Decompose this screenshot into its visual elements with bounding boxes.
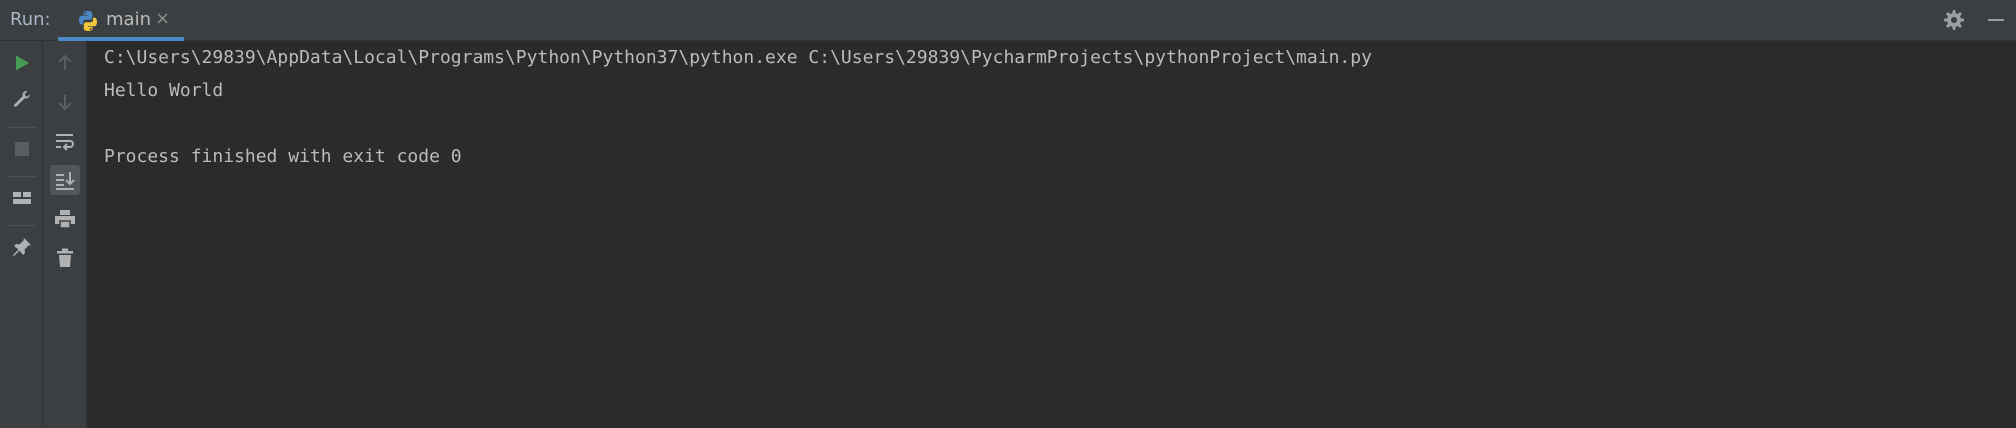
edit-configuration-button[interactable] — [7, 84, 37, 114]
console-line-exit-status: Process finished with exit code 0 — [104, 146, 462, 167]
tab-main[interactable]: main × — [58, 0, 184, 41]
soft-wrap-icon — [54, 131, 76, 151]
down-stack-trace-button[interactable] — [50, 87, 80, 117]
trash-icon — [56, 248, 74, 268]
tab-label: main — [106, 9, 151, 30]
rerun-button[interactable] — [7, 48, 37, 78]
close-tab-icon[interactable]: × — [155, 9, 170, 29]
console-toolbar — [43, 41, 87, 428]
scroll-to-end-button[interactable] — [50, 165, 80, 195]
up-stack-trace-button[interactable] — [50, 48, 80, 78]
print-icon — [54, 209, 76, 229]
console-output[interactable]: C:\Users\29839\AppData\Local\Programs\Py… — [87, 41, 2016, 428]
layout-icon — [12, 190, 32, 206]
pin-tab-button[interactable] — [7, 232, 37, 262]
stop-icon — [14, 141, 30, 157]
print-button[interactable] — [50, 204, 80, 234]
scroll-to-end-icon — [54, 170, 76, 190]
toolbar-separator — [8, 225, 36, 226]
run-panel-header: Run: main × — [0, 0, 2016, 41]
play-icon — [13, 54, 31, 72]
stop-button[interactable] — [7, 134, 37, 164]
run-toolbar — [0, 41, 43, 428]
wrench-icon — [12, 89, 32, 109]
console-line-command: C:\Users\29839\AppData\Local\Programs\Py… — [104, 47, 1372, 68]
clear-all-button[interactable] — [50, 243, 80, 273]
arrow-down-icon — [57, 93, 73, 111]
console-line-output: Hello World — [104, 80, 224, 101]
arrow-up-icon — [57, 54, 73, 72]
toolbar-separator — [8, 127, 36, 128]
run-tool-window: Run: main × C:\Users\29839\AppData\Local… — [0, 0, 2016, 428]
toolbar-separator — [8, 176, 36, 177]
python-icon — [76, 9, 100, 33]
panel-title: Run: — [10, 9, 51, 30]
pin-icon — [12, 237, 32, 257]
minimize-icon[interactable] — [1988, 19, 2004, 21]
soft-wrap-button[interactable] — [50, 126, 80, 156]
gear-icon[interactable] — [1942, 8, 1966, 32]
restore-layout-button[interactable] — [7, 183, 37, 213]
